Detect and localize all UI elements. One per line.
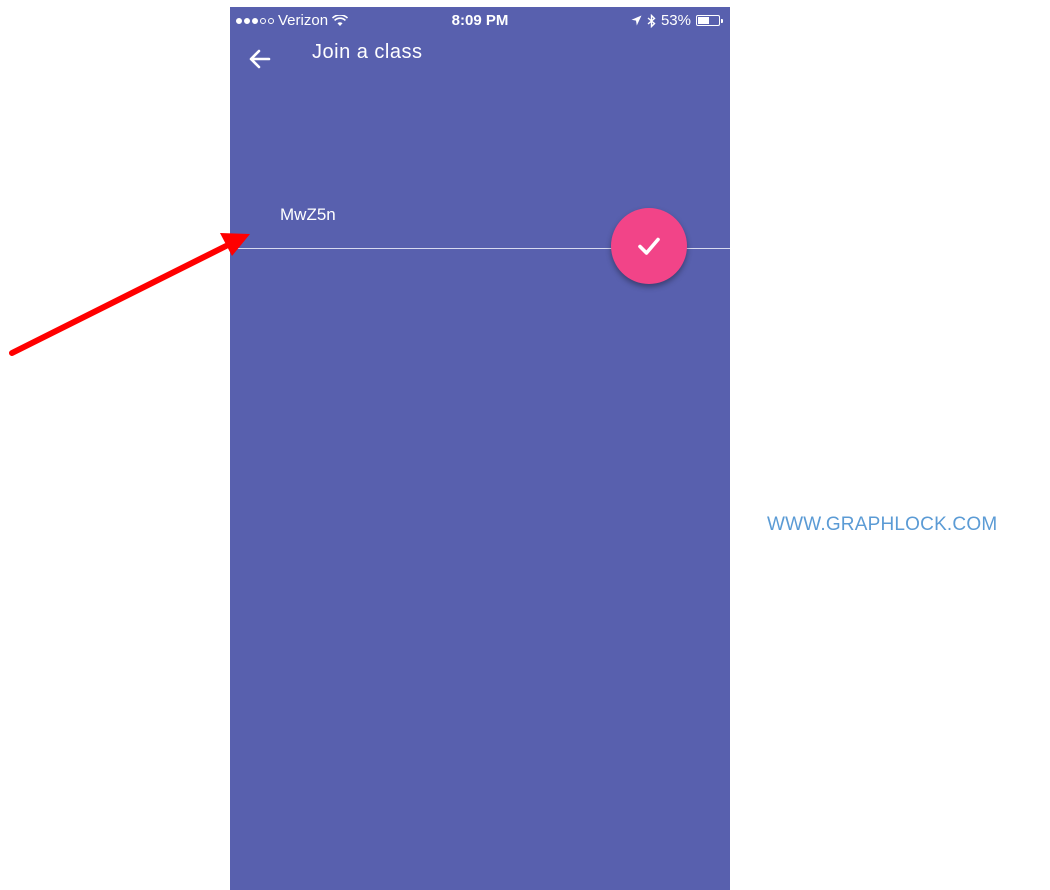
phone-screen: Verizon 8:09 PM 53% Join a class MwZ5n [230, 7, 730, 890]
submit-button[interactable] [611, 208, 687, 284]
location-arrow-icon [631, 15, 642, 26]
arrow-left-icon [249, 49, 271, 69]
battery-icon [696, 15, 723, 26]
app-bar: Join a class [230, 37, 730, 77]
battery-tip [721, 19, 723, 23]
check-icon [638, 237, 660, 255]
back-button[interactable] [244, 43, 276, 75]
annotation-arrow [9, 233, 250, 356]
battery-percent: 53% [660, 12, 691, 29]
status-bar: Verizon 8:09 PM 53% [230, 7, 730, 37]
watermark: WWW.GRAPHLOCK.COM [767, 514, 998, 535]
class-code-input[interactable] [280, 205, 580, 225]
page-title: Join a class [312, 41, 423, 63]
bluetooth-icon [647, 13, 656, 28]
battery-fill [698, 17, 709, 24]
status-right: 53% [631, 12, 723, 29]
